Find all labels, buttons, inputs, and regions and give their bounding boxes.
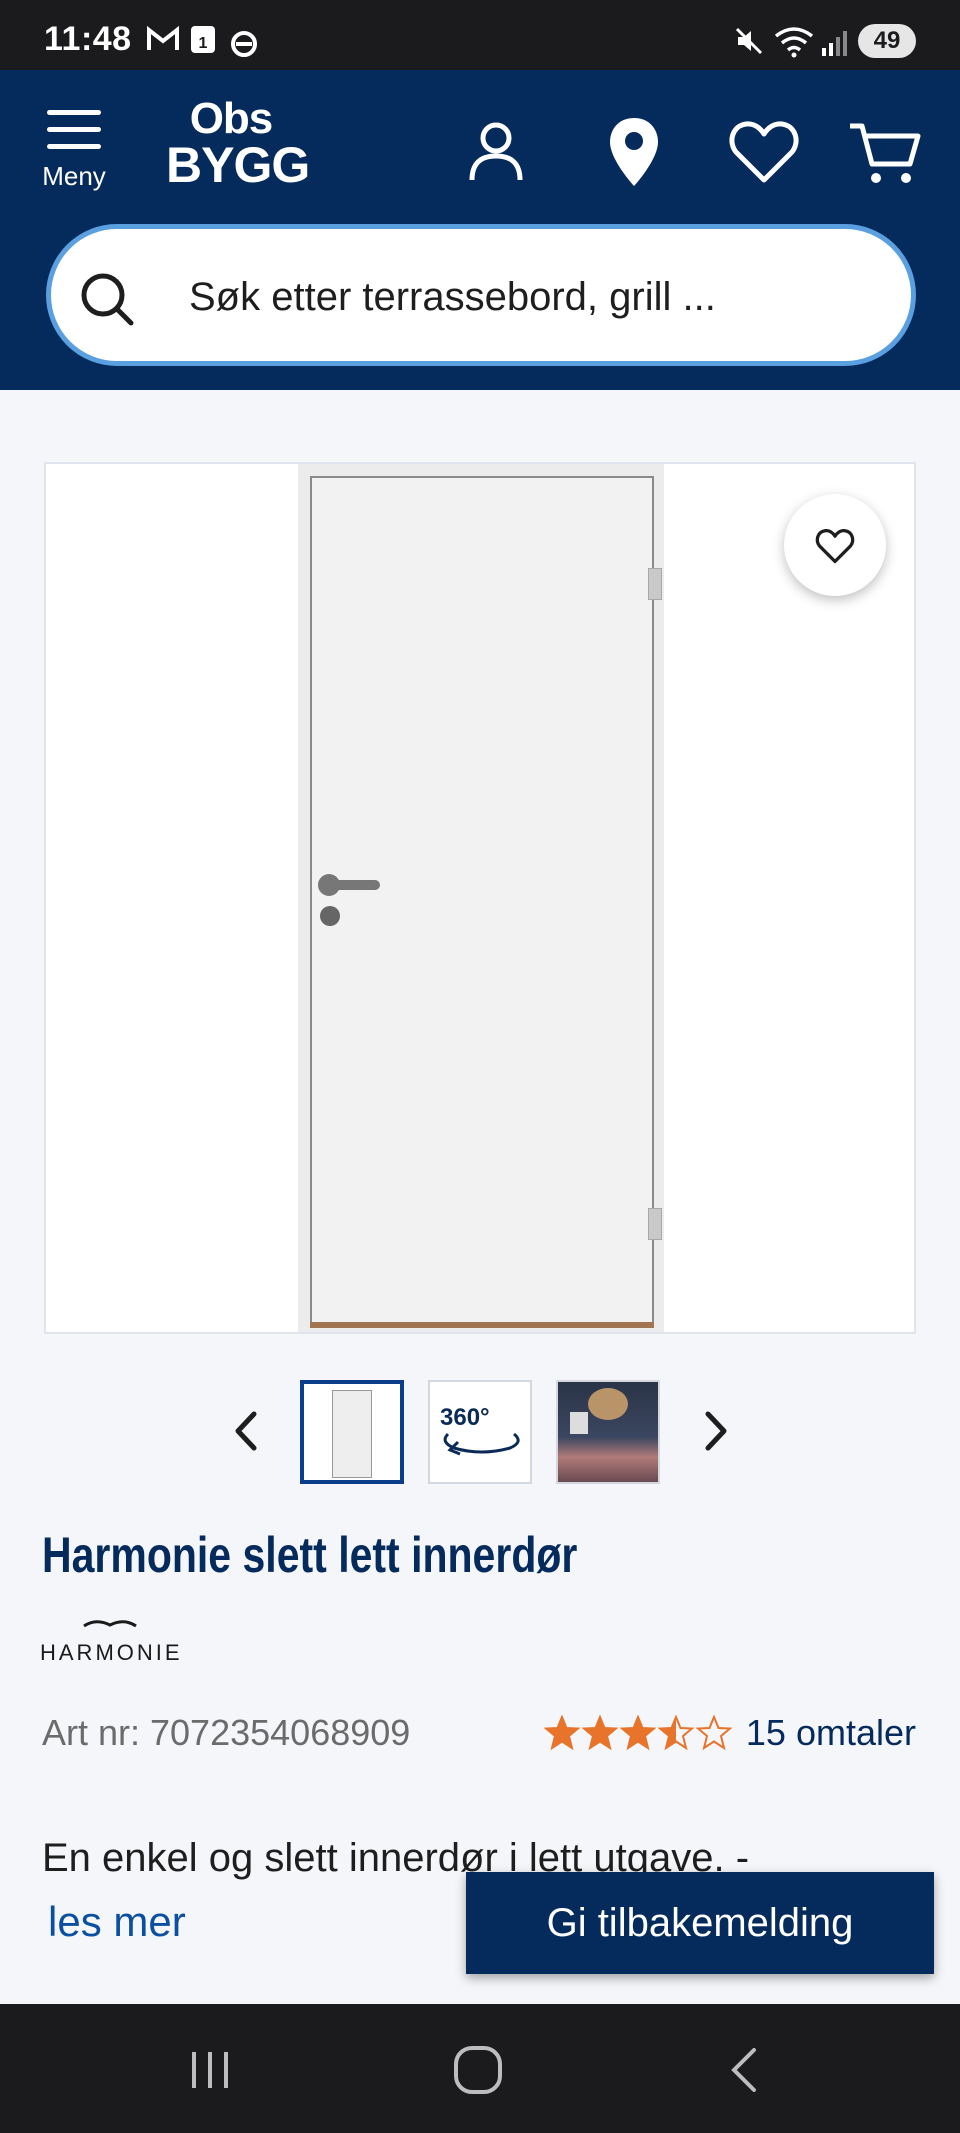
- search-input[interactable]: Søk etter terrassebord, grill ...: [46, 224, 916, 366]
- logo-line1: Obs: [189, 94, 274, 143]
- calendar-icon: 1: [191, 26, 215, 53]
- android-nav-bar: [0, 2004, 960, 2133]
- brand-logo[interactable]: HARMONIE: [40, 1616, 180, 1666]
- menu-button[interactable]: Meny: [36, 110, 112, 200]
- site-header: Meny Obs BYGG Søk etter terrassebord, gr…: [0, 70, 960, 390]
- back-icon[interactable]: [716, 2042, 776, 2098]
- door-threshold: [310, 1322, 654, 1328]
- signal-icon: [822, 31, 847, 56]
- obs-bygg-logo[interactable]: Obs BYGG: [166, 94, 310, 193]
- add-to-wishlist-button[interactable]: [784, 494, 886, 596]
- heart-icon: [815, 529, 855, 564]
- article-number: Art nr: 7072354068909: [42, 1712, 411, 1753]
- svg-text:1: 1: [199, 35, 208, 52]
- hamburger-icon: [47, 110, 101, 149]
- rating-stars: [543, 1715, 734, 1751]
- status-bar: 11:48 1 49: [0, 0, 960, 70]
- thumbnail-360-view[interactable]: 360°: [428, 1380, 532, 1484]
- rotate-360-icon: [443, 1432, 520, 1456]
- chevron-right-icon[interactable]: [690, 1406, 740, 1456]
- review-count: 15 omtaler: [745, 1712, 916, 1753]
- account-icon[interactable]: [456, 112, 536, 192]
- brand-mark-icon: [83, 1620, 137, 1628]
- recent-apps-icon[interactable]: [180, 2042, 240, 2098]
- logo-line2: BYGG: [166, 137, 310, 193]
- door-hinge-bottom: [648, 1208, 662, 1240]
- home-icon[interactable]: [448, 2042, 508, 2098]
- room-thumbnail-image: [558, 1382, 658, 1482]
- door-handle: [326, 880, 380, 890]
- wifi-icon: [774, 27, 814, 58]
- wishlist-icon[interactable]: [724, 112, 804, 192]
- thumbnail-door-photo[interactable]: [300, 1380, 404, 1484]
- door-hinge-top: [648, 568, 662, 600]
- battery-indicator: 49: [858, 24, 916, 58]
- door-keyhole: [320, 906, 340, 926]
- sync-icon: [231, 31, 257, 57]
- thumbnail-room-photo[interactable]: [556, 1380, 660, 1484]
- product-title: Harmonie slett lett innerdør: [42, 1527, 578, 1583]
- door-leaf: [310, 476, 654, 1324]
- feedback-button[interactable]: Gi tilbakemelding: [466, 1872, 934, 1974]
- product-image[interactable]: [44, 462, 916, 1334]
- mute-icon: [735, 27, 763, 55]
- store-location-icon[interactable]: [594, 112, 674, 192]
- status-time: 11:48: [44, 20, 132, 58]
- door-thumbnail-image: [332, 1390, 372, 1478]
- search-placeholder: Søk etter terrassebord, grill ...: [189, 275, 716, 319]
- menu-label: Meny: [42, 161, 106, 191]
- star-full-icon: [581, 1715, 618, 1751]
- gmail-icon: [147, 26, 179, 50]
- search-icon: [81, 273, 134, 326]
- star-full-icon: [543, 1715, 580, 1751]
- brand-name: HARMONIE: [40, 1640, 183, 1665]
- rating[interactable]: 15 omtaler: [543, 1712, 916, 1754]
- star-empty-icon: [695, 1715, 732, 1751]
- cart-icon[interactable]: [846, 112, 926, 192]
- chevron-left-icon[interactable]: [222, 1406, 272, 1456]
- read-more-link[interactable]: les mer: [48, 1898, 186, 1946]
- star-half-icon: [657, 1715, 694, 1751]
- star-full-icon: [619, 1715, 656, 1751]
